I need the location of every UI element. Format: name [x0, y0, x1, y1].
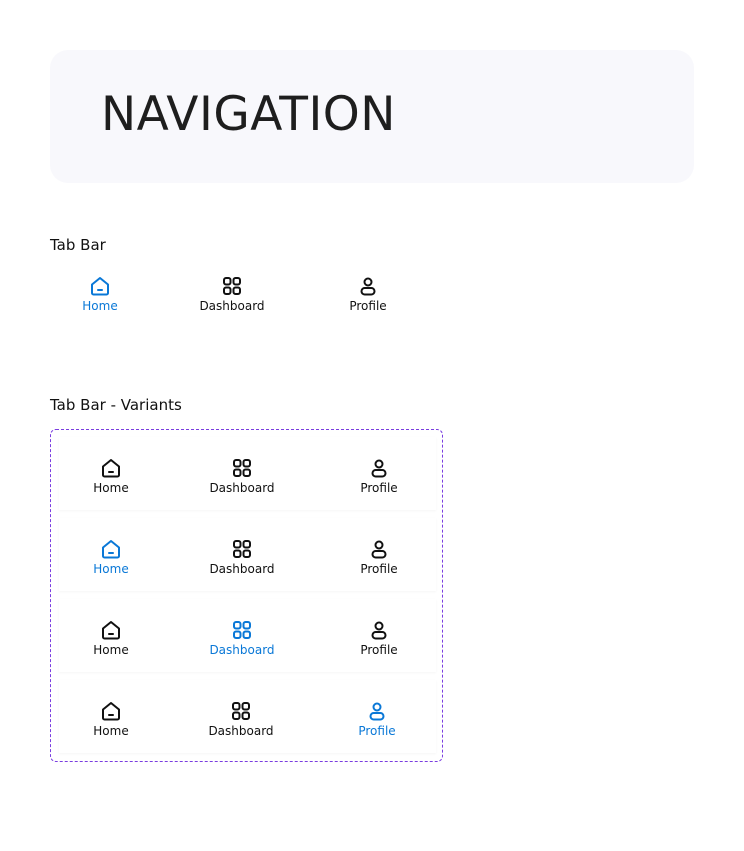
tab-profile[interactable]: Profile: [327, 699, 427, 738]
profile-icon: [369, 702, 385, 721]
home-icon: [91, 277, 109, 296]
tab-dashboard-label: Dashboard: [199, 299, 265, 313]
tab-home[interactable]: Home: [61, 537, 161, 576]
tab-home-label: Home: [93, 724, 129, 738]
tab-dashboard-label: Dashboard: [209, 643, 275, 657]
home-icon: [102, 540, 120, 559]
tab-home-label: Home: [93, 481, 129, 495]
tab-profile[interactable]: Profile: [329, 537, 429, 576]
home-icon: [102, 702, 120, 721]
tab-home-label: Home: [93, 643, 129, 657]
tab-dashboard-label: Dashboard: [208, 724, 274, 738]
dashboard-icon: [223, 277, 241, 295]
variants-box: Home Dashboard Profile Home Dashboard Pr…: [50, 429, 443, 762]
tab-profile-label: Profile: [360, 481, 398, 495]
home-icon: [102, 459, 120, 478]
profile-icon: [371, 621, 387, 640]
tab-profile[interactable]: Profile: [329, 618, 429, 657]
tab-dashboard-label: Dashboard: [209, 481, 275, 495]
tab-home[interactable]: Home: [61, 456, 161, 495]
header-card: NAVIGATION: [50, 50, 694, 183]
section-label-variants: Tab Bar - Variants: [50, 396, 182, 414]
variant-row-dashboard-active: Home Dashboard Profile: [59, 599, 436, 672]
profile-icon: [371, 459, 387, 478]
tab-dashboard-label: Dashboard: [209, 562, 275, 576]
profile-icon: [371, 540, 387, 559]
page-title: NAVIGATION: [101, 87, 396, 142]
variant-row-profile-active: Home Dashboard Profile: [59, 680, 436, 753]
tab-home[interactable]: Home: [50, 274, 150, 313]
home-icon: [102, 621, 120, 640]
tab-dashboard[interactable]: Dashboard: [191, 699, 291, 738]
variant-row-home-active: Home Dashboard Profile: [59, 518, 436, 591]
tab-dashboard[interactable]: Dashboard: [182, 274, 282, 313]
tab-bar: Home Dashboard Profile: [50, 274, 450, 320]
tab-dashboard[interactable]: Dashboard: [192, 618, 292, 657]
tab-home-label: Home: [93, 562, 129, 576]
tab-profile[interactable]: Profile: [318, 274, 418, 313]
dashboard-icon: [233, 459, 251, 477]
variant-row-default: Home Dashboard Profile: [59, 437, 436, 510]
tab-dashboard[interactable]: Dashboard: [192, 456, 292, 495]
section-label-tab-bar: Tab Bar: [50, 236, 106, 254]
tab-profile[interactable]: Profile: [329, 456, 429, 495]
dashboard-icon: [232, 702, 250, 720]
tab-profile-label: Profile: [360, 643, 398, 657]
tab-home[interactable]: Home: [61, 618, 161, 657]
tab-profile-label: Profile: [358, 724, 396, 738]
dashboard-icon: [233, 621, 251, 639]
dashboard-icon: [233, 540, 251, 558]
tab-profile-label: Profile: [349, 299, 387, 313]
tab-home[interactable]: Home: [61, 699, 161, 738]
profile-icon: [360, 277, 376, 296]
tab-profile-label: Profile: [360, 562, 398, 576]
tab-dashboard[interactable]: Dashboard: [192, 537, 292, 576]
tab-home-label: Home: [82, 299, 118, 313]
